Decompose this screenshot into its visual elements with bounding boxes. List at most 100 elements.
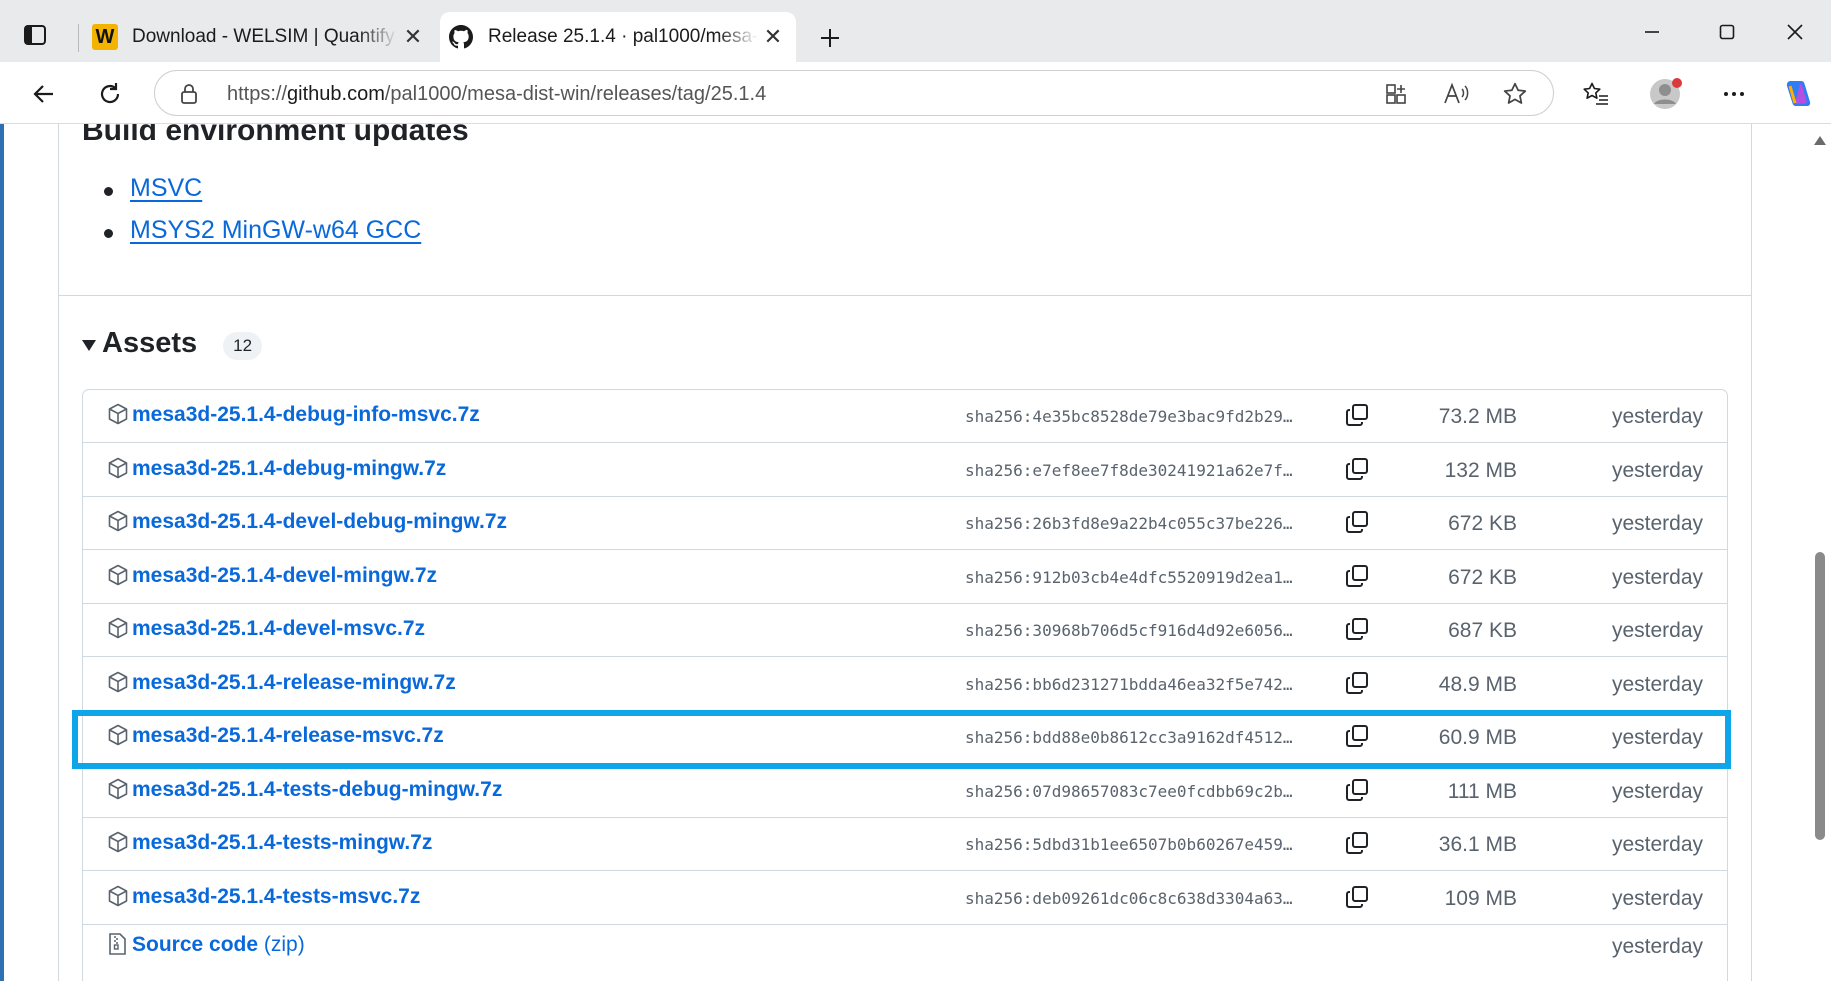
asset-row: mesa3d-25.1.4-tests-msvc.7z sha256:deb092… xyxy=(83,872,1727,925)
asset-date: yesterday xyxy=(1611,887,1703,910)
asset-date: yesterday xyxy=(1611,780,1703,803)
lock-icon[interactable] xyxy=(179,83,199,110)
highlighted-asset-outline xyxy=(72,710,1731,769)
asset-size: 73.2 MB xyxy=(1438,405,1517,428)
copy-icon[interactable] xyxy=(1345,671,1371,697)
copilot-icon[interactable] xyxy=(1780,76,1816,112)
refresh-icon[interactable] xyxy=(92,76,128,112)
asset-sha256: sha256:deb09261dc06c8c638d3304a63710… xyxy=(965,889,1299,908)
tab-github-release[interactable]: Release 25.1.4 · pal1000/mesa-dis ✕ xyxy=(440,12,796,62)
app-available-icon[interactable] xyxy=(1383,81,1409,107)
asset-sha256: sha256:4e35bc8528de79e3bac9fd2b295dd… xyxy=(965,407,1299,426)
asset-download-link[interactable]: mesa3d-25.1.4-devel-debug-mingw.7z xyxy=(132,510,507,534)
welsim-favicon-icon: W xyxy=(92,24,118,50)
asset-row: mesa3d-25.1.4-debug-info-msvc.7z sha256:4… xyxy=(83,390,1727,443)
source-code-zip-link[interactable]: Source code (zip) xyxy=(132,933,305,957)
build-environment-list: MSVC MSYS2 MinGW-w64 GCC xyxy=(104,174,421,258)
url-host: github.com xyxy=(287,83,385,105)
asset-size: 109 MB xyxy=(1444,887,1517,910)
back-icon[interactable] xyxy=(26,76,62,112)
package-icon xyxy=(107,885,129,907)
asset-download-link[interactable]: mesa3d-25.1.4-debug-mingw.7z xyxy=(132,457,446,481)
asset-download-link[interactable]: mesa3d-25.1.4-tests-mingw.7z xyxy=(132,831,432,855)
package-icon xyxy=(107,831,129,853)
asset-sha256: sha256:bb6d231271bdda46ea32f5e742a08… xyxy=(965,675,1299,694)
scroll-thumb[interactable] xyxy=(1815,552,1825,840)
asset-download-link[interactable]: mesa3d-25.1.4-devel-mingw.7z xyxy=(132,564,437,588)
tab-title: Download - WELSIM | Quantify th xyxy=(132,26,398,47)
asset-date: yesterday xyxy=(1611,512,1703,535)
github-icon xyxy=(448,24,474,50)
asset-date: yesterday xyxy=(1611,833,1703,856)
assets-toggle[interactable]: Assets 12 xyxy=(82,327,263,360)
asset-size: 672 KB xyxy=(1448,512,1517,535)
asset-row: mesa3d-25.1.4-devel-msvc.7z sha256:30968b… xyxy=(83,604,1727,657)
msys2-mingw-link[interactable]: MSYS2 MinGW-w64 GCC xyxy=(130,216,421,244)
asset-download-link[interactable]: mesa3d-25.1.4-devel-msvc.7z xyxy=(132,617,425,641)
copy-icon[interactable] xyxy=(1345,510,1371,536)
package-icon xyxy=(107,564,129,586)
copy-icon[interactable] xyxy=(1345,617,1371,643)
tab-actions-icon[interactable] xyxy=(22,22,48,48)
favorites-icon[interactable] xyxy=(1578,76,1614,112)
window-edge xyxy=(0,124,4,981)
close-tab-icon[interactable]: ✕ xyxy=(758,22,788,52)
asset-sha256: sha256:e7ef8ee7f8de30241921a62e7fe56… xyxy=(965,461,1299,480)
asset-date: yesterday xyxy=(1611,459,1703,482)
source-code-label: Source code xyxy=(132,933,259,956)
copy-icon[interactable] xyxy=(1345,885,1371,911)
asset-date: yesterday xyxy=(1611,673,1703,696)
asset-row: mesa3d-25.1.4-tests-debug-mingw.7z sha256… xyxy=(83,765,1727,818)
package-icon xyxy=(107,671,129,693)
asset-row: mesa3d-25.1.4-debug-mingw.7z sha256:e7ef8… xyxy=(83,444,1727,497)
package-icon xyxy=(107,778,129,800)
profile-avatar[interactable] xyxy=(1648,76,1684,112)
minimize-icon[interactable] xyxy=(1632,14,1672,50)
close-window-icon[interactable] xyxy=(1775,14,1815,50)
list-item: MSYS2 MinGW-w64 GCC xyxy=(104,216,421,258)
asset-size: 48.9 MB xyxy=(1438,673,1517,696)
zip-label: (zip) xyxy=(263,933,305,956)
asset-date: yesterday xyxy=(1611,619,1703,642)
asset-row: mesa3d-25.1.4-release-mingw.7z sha256:bb6… xyxy=(83,658,1727,711)
close-tab-icon[interactable]: ✕ xyxy=(398,22,428,52)
url-path: /pal1000/mesa-dist-win/releases/tag/25.1… xyxy=(384,83,767,105)
more-options-icon[interactable] xyxy=(1716,76,1752,112)
scroll-up-arrow-icon[interactable] xyxy=(1814,136,1826,145)
copy-icon[interactable] xyxy=(1345,457,1371,483)
asset-download-link[interactable]: mesa3d-25.1.4-debug-info-msvc.7z xyxy=(132,403,480,427)
asset-sha256: sha256:912b03cb4e4dfc5520919d2ea13ef… xyxy=(965,568,1299,587)
list-item: MSVC xyxy=(104,174,421,216)
asset-row: mesa3d-25.1.4-devel-mingw.7z sha256:912b0… xyxy=(83,551,1727,604)
copy-icon[interactable] xyxy=(1345,831,1371,857)
assets-list: mesa3d-25.1.4-debug-info-msvc.7z sha256:4… xyxy=(82,389,1728,981)
url-text[interactable]: https://github.com/pal1000/mesa-dist-win… xyxy=(227,83,766,106)
tab-welsim[interactable]: W Download - WELSIM | Quantify th ✕ xyxy=(84,12,436,62)
maximize-icon[interactable] xyxy=(1707,14,1747,50)
new-tab-button[interactable] xyxy=(812,20,848,56)
asset-download-link[interactable]: mesa3d-25.1.4-tests-msvc.7z xyxy=(132,885,420,909)
asset-row: mesa3d-25.1.4-devel-debug-mingw.7z sha256… xyxy=(83,497,1727,550)
page-viewport: Build environment updates MSVC MSYS2 Min… xyxy=(0,124,1831,981)
package-icon xyxy=(107,457,129,479)
assets-count-badge: 12 xyxy=(223,331,263,360)
browser-toolbar: https://github.com/pal1000/mesa-dist-win… xyxy=(0,62,1831,124)
asset-size: 672 KB xyxy=(1448,566,1517,589)
asset-date: yesterday xyxy=(1611,566,1703,589)
vertical-scrollbar[interactable] xyxy=(1809,124,1831,981)
asset-sha256: sha256:07d98657083c7ee0fcdbb69c2bd63… xyxy=(965,782,1299,801)
asset-size: 36.1 MB xyxy=(1438,833,1517,856)
msvc-link[interactable]: MSVC xyxy=(130,174,202,202)
copy-icon[interactable] xyxy=(1345,564,1371,590)
asset-download-link[interactable]: mesa3d-25.1.4-release-mingw.7z xyxy=(132,671,456,695)
address-bar[interactable]: https://github.com/pal1000/mesa-dist-win… xyxy=(154,70,1554,116)
copy-icon[interactable] xyxy=(1345,778,1371,804)
read-aloud-icon[interactable] xyxy=(1443,81,1469,107)
tab-title: Release 25.1.4 · pal1000/mesa-dis xyxy=(488,26,758,47)
favorite-star-icon[interactable] xyxy=(1502,81,1528,107)
copy-icon[interactable] xyxy=(1345,403,1371,429)
asset-download-link[interactable]: mesa3d-25.1.4-tests-debug-mingw.7z xyxy=(132,778,502,802)
package-icon xyxy=(107,510,129,532)
asset-date: yesterday xyxy=(1611,935,1703,958)
source-code-zip-row: Source code (zip) yesterday xyxy=(83,920,1727,973)
